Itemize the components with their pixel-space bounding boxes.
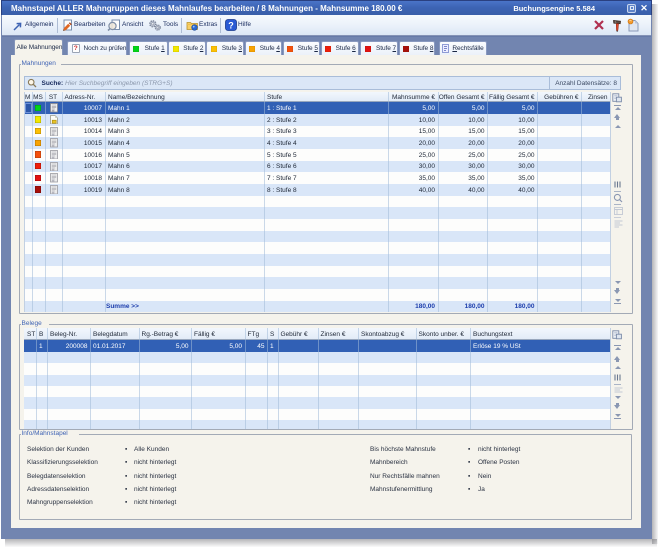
svg-text:?: ?	[228, 20, 234, 30]
